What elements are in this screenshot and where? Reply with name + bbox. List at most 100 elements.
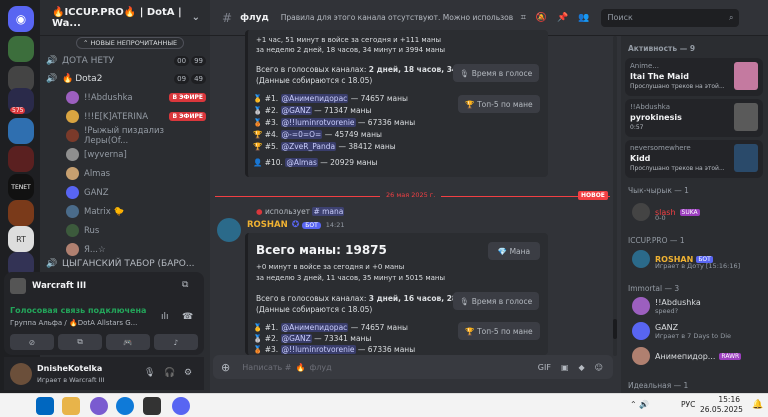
clock-time[interactable]: 15:16 [710,395,740,404]
voice-user[interactable]: Matrix 🐤 [66,202,206,221]
voice-time-button-2[interactable]: 🎙 Время в голосе [453,292,539,310]
rank-user-mention[interactable]: @Almas [285,158,318,167]
rank-user-mention[interactable]: @GANZ [280,106,312,115]
mana-button[interactable]: 💎 Мана [488,242,540,260]
clock-date[interactable]: 26.05.2025 [700,405,743,414]
settings-gear-icon[interactable]: ⚙ [184,368,192,378]
author-name[interactable]: ROSHAN [247,220,288,230]
noise-suppression-icon[interactable]: ılı [161,312,169,322]
msg1-voice-prefix: Всего в голосовых каналах: [256,65,369,74]
rank-user-mention[interactable]: @-=0=O= [280,130,323,139]
edge-icon[interactable] [116,397,134,415]
top5-button[interactable]: 🏆 Топ-5 по мане [458,95,540,113]
tray-icons[interactable]: ⌃ 🔊 [630,400,649,409]
voice-channel-dota-netu[interactable]: 🔊 ДОТА НЕТУ 00 99 [46,52,206,70]
member-slash[interactable]: slash SUKA [632,203,762,221]
member-list-icon[interactable]: 👥 [578,13,589,23]
voice-status[interactable]: Голосовая связь подключена [10,306,146,315]
server-icon-4[interactable] [8,118,34,144]
voice-user[interactable]: !!Abdushka В ЭФИРЕ [66,88,206,107]
server-icon-1[interactable] [8,36,34,62]
roshan-avatar[interactable] [217,218,241,242]
emoji-icon[interactable]: ☺ [595,363,603,372]
soundboard-button[interactable]: ♪ [154,334,198,350]
reply-reference[interactable]: ● использует # mana [256,207,345,216]
voice-user[interactable]: Rus [66,221,206,240]
user-name: !!!E[K]ATERINA [84,111,149,122]
rank-user-mention[interactable]: @ZveR_Panda [280,142,337,151]
voice-channel-dota2[interactable]: 🔊 🔥 Dota2 09 49 [46,70,206,88]
voice-user[interactable]: Almas [66,164,206,183]
user-name: Я...☆ [84,244,106,255]
voice-user[interactable]: !!!E[K]ATERINA В ЭФИРЕ [66,107,206,126]
user-name: Matrix 🐤 [84,206,125,217]
server-icon-3[interactable]: 575 [8,88,34,114]
ref-action: использует [264,207,311,216]
voice-user[interactable]: GANZ [66,183,206,202]
member-row[interactable]: !!Abdushka speed? [632,297,762,315]
rank-user-mention[interactable]: @Анимепидорас [280,94,349,103]
discord-taskbar-icon[interactable] [172,397,190,415]
channel-topic[interactable]: Правила для этого канала отсутствуют. Мо… [281,13,513,22]
sticker-icon[interactable]: ▣ [561,363,569,372]
add-attachment-icon[interactable]: ⊕ [221,361,230,374]
share-screen-button[interactable]: ⧉ [58,334,102,350]
rank-row: 🥈 #2. @GANZ — 71347 маны [253,106,371,115]
language-indicator[interactable]: РУС [681,400,695,409]
threads-icon[interactable]: ⌗ [521,13,526,23]
activity-card[interactable]: !!Abdushka pyrokinesis 0:57 [625,99,763,137]
apps-icon[interactable]: ◆ [579,363,585,372]
rank-mana: — 20929 маны [320,158,378,167]
voice-channel-gypsy[interactable]: 🔊 ЦЫГАНСКИЙ ТАБОР (БАРО... [46,255,206,273]
server-icon-rt[interactable]: RT [8,226,34,252]
msg2-header: ROSHAN ✪ БОТ 14:21 [247,220,345,230]
notification-bell-icon[interactable]: 🔔 [752,400,763,410]
member-row[interactable]: GANZ Играет в 7 Days to Die [632,322,762,340]
activity-card[interactable]: Anime... Itai The Maid Прослушано треков н… [625,58,763,96]
medal-icon: 🥇 [253,94,263,103]
rank-user-mention[interactable]: @!!luminrotvorenie [280,118,356,127]
rank-pos: #2. [264,106,279,115]
server-icon-7[interactable] [8,200,34,226]
activity-card[interactable]: neversomewhere Kidd Прослушано треков на э… [625,140,763,178]
rank-user-mention[interactable]: @Анимепидорас [280,323,349,332]
steam-icon[interactable] [143,397,161,415]
screen-share-icon[interactable]: ⧉ [182,280,188,290]
start-icon[interactable] [36,397,54,415]
chat-scrollbar[interactable] [613,36,617,356]
msg1-line1: +1 час, 51 минут в войсе за сегодня и +1… [256,36,442,44]
avatar [632,322,650,340]
rank-user-mention[interactable]: @!!luminrotvorenie [280,345,356,354]
voice-user[interactable]: [wyverna] [66,145,206,164]
mic-icon[interactable]: 🎙 [144,368,155,378]
server-icon-5[interactable] [8,146,34,172]
self-status: Играет в Warcraft III [37,376,105,384]
file-explorer-icon[interactable] [62,397,80,415]
disconnect-icon[interactable]: ☎ [182,312,193,322]
new-unread-pill[interactable]: ⌃ НОВЫЕ НЕПРОЧИТАННЫЕ [76,37,185,49]
headphones-icon[interactable]: 🎧 [164,368,175,378]
discord-home-icon[interactable]: ◉ [8,6,34,32]
scrollbar-thumb[interactable] [613,319,617,339]
search-input[interactable]: Поиск ⌕ [601,8,740,27]
member-row[interactable]: Анимепидор... RAWR [632,347,762,365]
voice-time-button[interactable]: 🎙 Время в голосе [453,64,539,82]
app-icon[interactable] [90,397,108,415]
voice-user[interactable]: !Рыжый пиздализ Леры(Of... [66,126,206,146]
camera-button[interactable]: ⊘ [10,334,54,350]
mute-bell-icon[interactable]: 🔕 [536,13,547,23]
avatar[interactable] [10,363,32,385]
pin-icon[interactable]: 📌 [557,13,568,23]
server-icon-tenet[interactable]: TENET [8,174,34,200]
rank-user-mention[interactable]: @GANZ [280,334,312,343]
rank-pos: #2. [264,334,279,343]
top5-button-2[interactable]: 🏆 Топ-5 по мане [458,322,540,340]
voice-channel-link[interactable]: Группа Альфа / 🔥DotA Allstars G... [10,319,137,327]
search-placeholder: Поиск [607,13,633,22]
server-header[interactable]: 🔥ICCUP.PRO🔥 | DotA | Wa... ⌄ [40,0,210,36]
message-composer[interactable]: ⊕ Написать # 🔥 флуд GIF ▣ ◆ ☺ [213,355,613,379]
activity-title: pyrokinesis [630,113,682,122]
activities-button[interactable]: 🎮 [106,334,150,350]
count-1: 09 [174,74,190,84]
gif-icon[interactable]: GIF [538,363,551,372]
